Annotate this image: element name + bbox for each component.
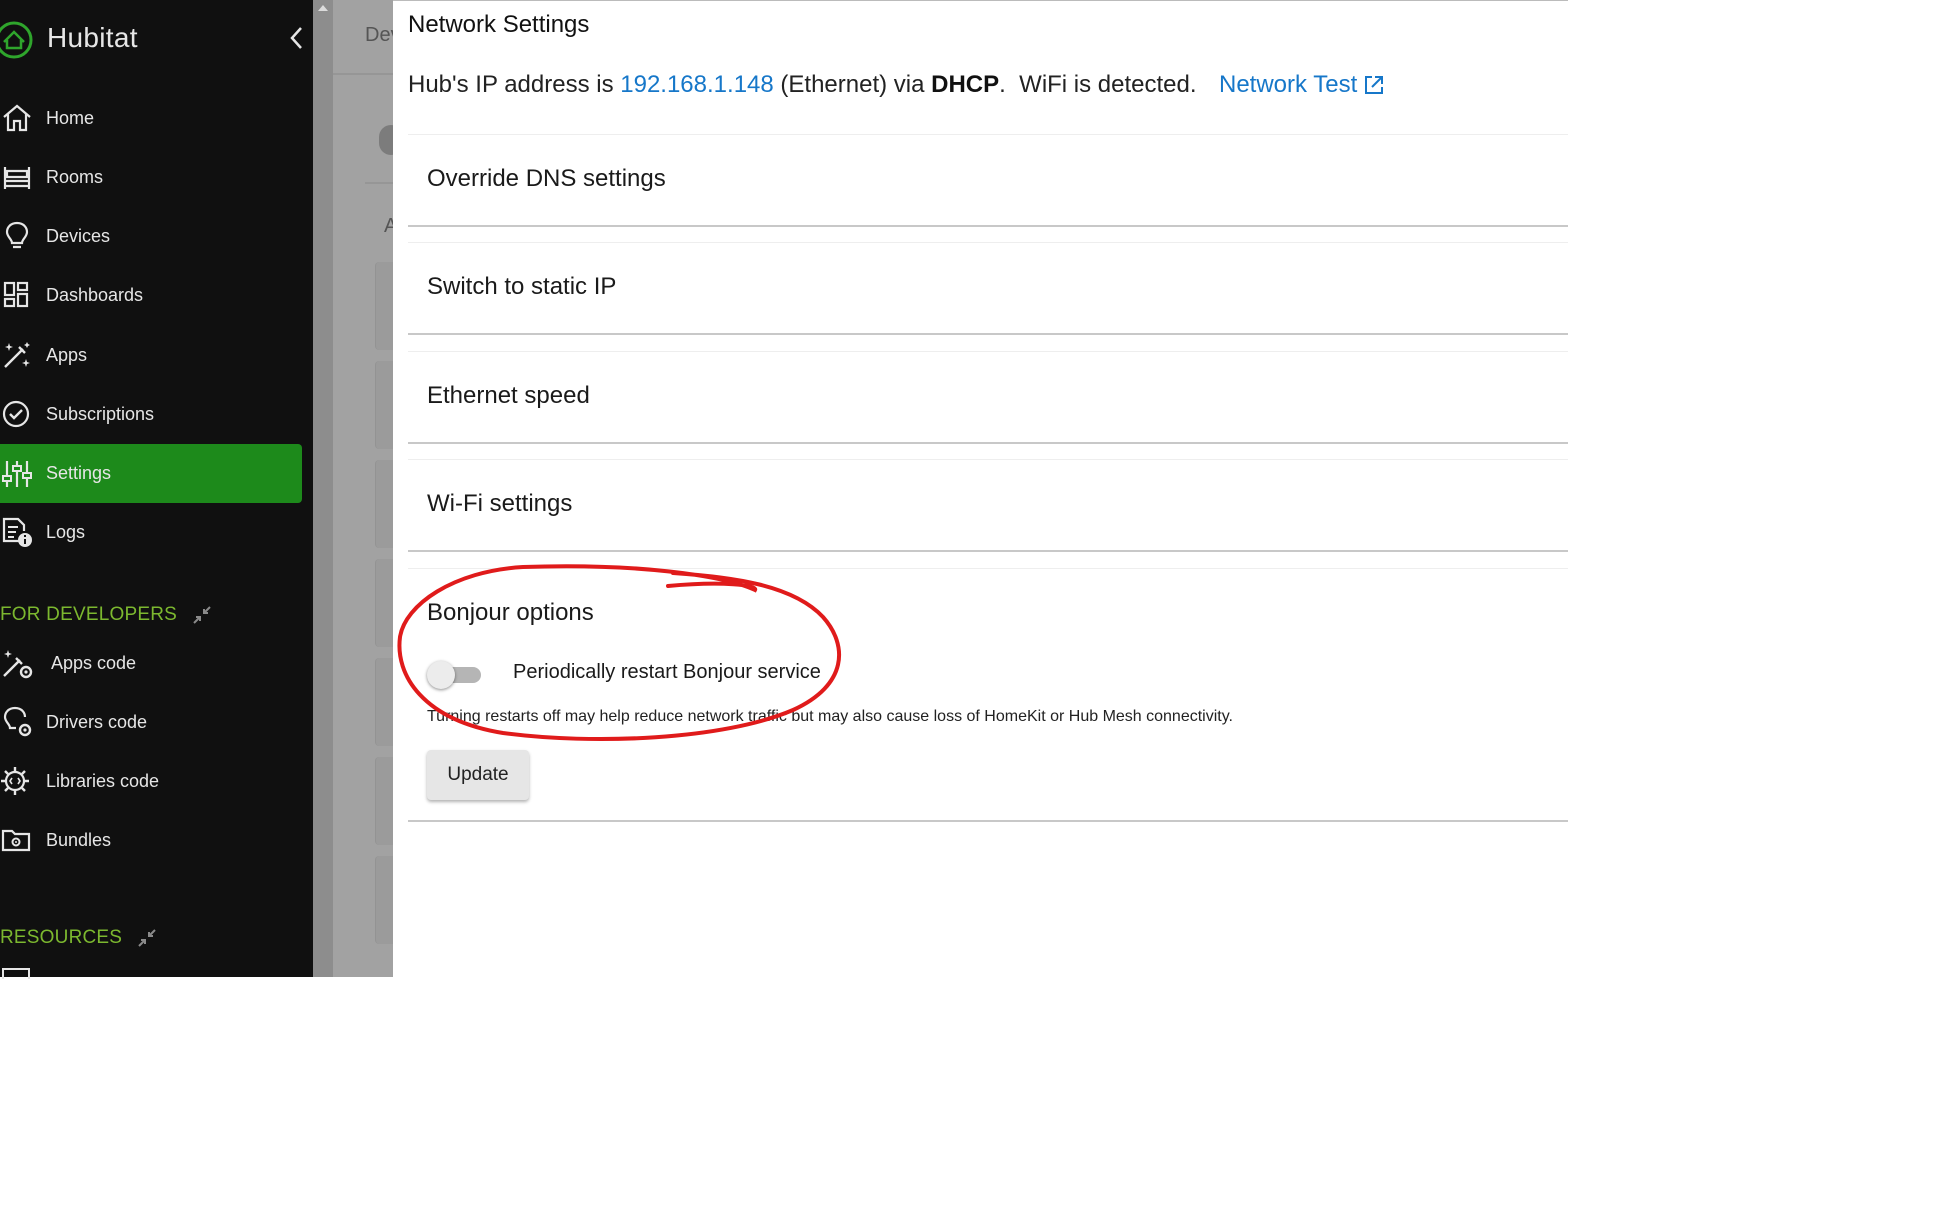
sidebar-item-label: Devices [46,225,111,246]
partial-nav-icon [2,968,30,979]
network-test-link[interactable]: Network Test [1219,71,1385,99]
background-card [375,361,394,449]
background-card [375,262,394,350]
panel-title: Override DNS settings [427,165,666,192]
sidebar-item-label: Subscriptions [46,403,155,424]
sidebar-item-label: Settings [46,463,112,483]
brand-name: Hubitat [47,22,138,53]
background-divider [365,182,393,184]
ip-middle: (Ethernet) via [780,71,925,98]
dialog-title: Network Settings [408,11,590,38]
panel-wifi-settings[interactable]: Wi-Fi settings [408,459,1568,552]
panel-override-dns[interactable]: Override DNS settings [408,134,1568,227]
folder-gear-icon [0,823,34,857]
panel-ethernet-speed[interactable]: Ethernet speed [408,351,1568,444]
panel-title: Switch to static IP [427,273,617,300]
section-for-developers[interactable]: FOR DEVELOPERS [0,604,213,626]
sidebar-item-drivers-code[interactable]: Drivers code [0,693,302,751]
network-test-label: Network Test [1219,71,1358,98]
log-info-icon [0,515,34,549]
panel-static-ip[interactable]: Switch to static IP [408,242,1568,335]
sidebar-item-label: Home [46,107,95,128]
sidebar-item-settings[interactable]: Settings [0,444,302,503]
chevron-left-icon[interactable] [287,24,307,52]
sidebar-item-apps-code[interactable]: Apps code [0,634,302,692]
network-settings-dialog: Network Settings Hub's IP address is 192… [393,0,1568,978]
sidebar-item-devices[interactable]: Devices [0,207,302,265]
background-card [375,658,394,746]
sidebar-item-dashboards[interactable]: Dashboards [0,266,302,324]
sidebar-item-rooms[interactable]: Rooms [0,148,302,206]
sidebar-item-label: Apps [46,344,88,365]
background-card [375,559,394,647]
sidebar-item-label: Dashboards [46,284,144,305]
background-card [375,856,394,944]
panel-title: Ethernet speed [427,382,590,409]
section-title: RESOURCES [0,927,123,948]
check-circle-icon [0,397,34,431]
sidebar-item-label: Bundles [46,829,112,850]
red-circle-annotation [397,564,842,742]
collapse-arrows-icon[interactable] [191,604,213,626]
magic-wand-icon [0,338,34,372]
sidebar-item-label: Logs [46,521,86,542]
sidebar-item-subscriptions[interactable]: Subscriptions [0,385,302,443]
sidebar-item-bundles[interactable]: Bundles [0,811,302,869]
sliders-icon [0,457,34,491]
background-card [375,460,394,548]
ip-method: DHCP [931,71,1000,98]
ip-address-link[interactable]: 192.168.1.148 [620,71,773,98]
modal-backdrop[interactable]: Dev A [313,0,403,977]
sidebar-item-libraries-code[interactable]: Libraries code [0,752,302,810]
ip-status-line: Hub's IP address is 192.168.1.148 (Ether… [408,71,1197,99]
section-resources[interactable]: RESOURCES [0,927,158,949]
wand-gear-icon [0,646,34,680]
sidebar-item-apps[interactable]: Apps [0,326,302,384]
gear-code-icon [0,764,34,798]
background-divider [333,73,393,75]
sidebar: Hubitat Home Rooms Devices Dashboards Ap… [0,0,313,979]
section-title: FOR DEVELOPERS [0,604,178,625]
hubitat-logo [0,21,33,59]
sidebar-item-logs[interactable]: Logs [0,503,302,561]
scroll-up-arrow-icon[interactable] [318,5,328,11]
home-icon [0,101,34,135]
brand: Hubitat [0,14,313,62]
bulb-gear-icon [0,705,34,739]
page-scrollbar[interactable] [313,0,333,977]
bed-icon [0,160,34,194]
background-card [375,757,394,845]
sidebar-item-label: Apps code [51,652,137,673]
panel-title: Wi-Fi settings [427,490,573,517]
sidebar-item-home[interactable]: Home [0,89,302,147]
external-link-icon [1365,76,1384,94]
sidebar-item-label: Libraries code [46,770,160,791]
update-button[interactable]: Update [427,750,529,800]
sidebar-item-label: Drivers code [46,711,148,732]
lightbulb-icon [0,219,34,253]
ip-prefix: Hub's IP address is [408,71,614,98]
sidebar-item-label: Rooms [46,166,104,187]
dashboard-grid-icon [0,278,34,312]
collapse-arrows-icon[interactable] [136,927,158,949]
ip-suffix: . WiFi is detected. [999,71,1197,98]
